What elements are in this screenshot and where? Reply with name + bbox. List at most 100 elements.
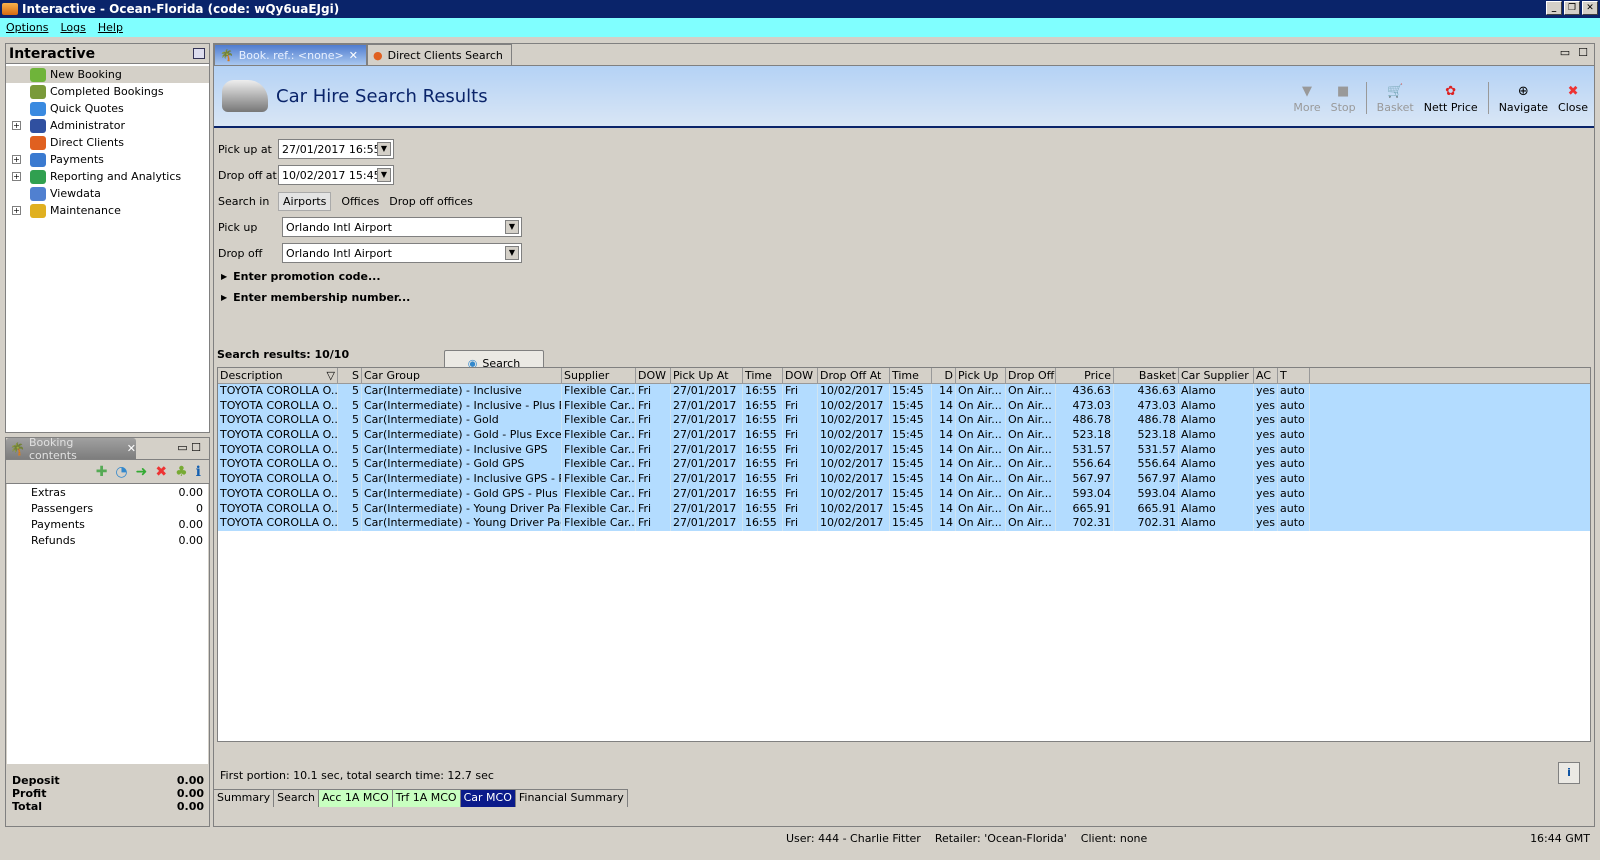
- search-in-dropoff-offices[interactable]: Drop off offices: [389, 195, 473, 208]
- info-icon[interactable]: i: [196, 464, 201, 480]
- nav-item[interactable]: + Reporting and Analytics: [6, 168, 209, 185]
- expand-icon[interactable]: +: [12, 172, 21, 181]
- palm-tree-icon[interactable]: ♣: [175, 464, 188, 480]
- column-header[interactable]: AC: [1254, 368, 1278, 383]
- tab-booking-ref[interactable]: 🌴 Book. ref.: <none> ✕: [214, 44, 367, 65]
- expand-icon[interactable]: +: [12, 155, 21, 164]
- promotion-code-expander[interactable]: ▶ Enter promotion code...: [218, 266, 1590, 287]
- pickup-location-select[interactable]: Orlando Intl Airport ▼: [282, 217, 522, 237]
- table-row[interactable]: TOYOTA COROLLA O... 5 Car(Intermediate) - …: [218, 486, 1590, 502]
- table-cell: 473.03: [1114, 398, 1179, 414]
- table-cell: 5: [338, 442, 362, 458]
- column-header[interactable]: Supplier: [562, 368, 636, 383]
- window-controls[interactable]: ▭ ☐: [1560, 46, 1588, 59]
- close-button[interactable]: ✖ Close: [1558, 84, 1588, 114]
- table-row[interactable]: TOYOTA COROLLA O... 5 Car(Intermediate) - …: [218, 472, 1590, 487]
- column-header[interactable]: Pick Up At: [671, 368, 743, 383]
- search-in-airports[interactable]: Airports: [278, 191, 332, 211]
- table-cell: 10/02/2017: [818, 398, 890, 414]
- minimize-button[interactable]: _: [1546, 1, 1562, 15]
- search-in-offices[interactable]: Offices: [341, 195, 379, 208]
- menu-help[interactable]: Help: [98, 21, 123, 34]
- chevron-down-icon[interactable]: ▼: [377, 168, 391, 182]
- expand-icon[interactable]: +: [12, 206, 21, 215]
- nett-price-button[interactable]: ✿ Nett Price: [1424, 84, 1478, 114]
- column-header[interactable]: D: [932, 368, 956, 383]
- nav-item[interactable]: + Administrator: [6, 117, 209, 134]
- dropoff-location-select[interactable]: Orlando Intl Airport ▼: [282, 243, 522, 263]
- column-header[interactable]: Car Group: [362, 368, 562, 383]
- nav-item[interactable]: Viewdata: [6, 185, 209, 202]
- table-row[interactable]: TOYOTA COROLLA O... 5 Car(Intermediate) - …: [218, 516, 1590, 531]
- column-header[interactable]: S: [338, 368, 362, 383]
- table-row[interactable]: TOYOTA COROLLA O... 5 Car(Intermediate) - …: [218, 384, 1590, 399]
- table-row[interactable]: TOYOTA COROLLA O... 5 Car(Intermediate) - …: [218, 457, 1590, 473]
- table-row[interactable]: TOYOTA COROLLA O... 5 Car(Intermediate) - …: [218, 442, 1590, 458]
- column-header[interactable]: T: [1278, 368, 1310, 383]
- pickup-datetime-field[interactable]: 27/01/2017 16:55 ▼: [278, 139, 394, 159]
- table-cell: auto: [1278, 486, 1310, 502]
- nav-item[interactable]: Completed Bookings: [6, 83, 209, 100]
- more-button[interactable]: ▼ More: [1293, 84, 1320, 114]
- stop-button[interactable]: ■ Stop: [1331, 84, 1356, 114]
- menu-options[interactable]: Options: [6, 21, 48, 34]
- nav-item[interactable]: Quick Quotes: [6, 100, 209, 117]
- table-row[interactable]: TOYOTA COROLLA O... 5 Car(Intermediate) - …: [218, 501, 1590, 517]
- chevron-down-icon[interactable]: ▼: [505, 246, 519, 260]
- restore-button[interactable]: ❐: [1564, 1, 1580, 15]
- column-header[interactable]: Price: [1056, 368, 1114, 383]
- column-header[interactable]: DOW: [783, 368, 818, 383]
- info-button[interactable]: i: [1558, 762, 1580, 784]
- navigate-button[interactable]: ⊕ Navigate: [1499, 84, 1548, 114]
- delete-icon[interactable]: ✖: [155, 464, 167, 480]
- menu-logs[interactable]: Logs: [60, 21, 85, 34]
- nett-price-icon: ✿: [1445, 84, 1457, 99]
- add-icon[interactable]: ✚: [96, 464, 108, 480]
- bottom-tab-financial-summary[interactable]: Financial Summary: [515, 790, 628, 807]
- close-icon[interactable]: ✕: [349, 49, 358, 62]
- nav-item[interactable]: Direct Clients: [6, 134, 209, 151]
- chevron-down-icon[interactable]: ▼: [377, 142, 391, 156]
- collapse-icon[interactable]: [193, 48, 205, 59]
- nav-item[interactable]: New Booking: [6, 66, 209, 83]
- table-cell: Car(Intermediate) - Gold - Plus Exces...: [364, 428, 562, 443]
- basket-button[interactable]: 🛒 Basket: [1377, 84, 1414, 114]
- bottom-tab-acc-1a-mco[interactable]: Acc 1A MCO: [318, 790, 393, 807]
- window-title: Interactive - Ocean-Florida (code: wQy6u…: [22, 2, 340, 16]
- bottom-tab-car-mco[interactable]: Car MCO: [460, 790, 516, 807]
- panel-window-controls[interactable]: ▭ ☐: [177, 441, 201, 454]
- table-cell: auto: [1278, 384, 1310, 399]
- table-row[interactable]: TOYOTA COROLLA O... 5 Car(Intermediate) - …: [218, 398, 1590, 414]
- nav-item[interactable]: + Payments: [6, 151, 209, 168]
- table-row[interactable]: TOYOTA COROLLA O... 5 Car(Intermediate) - …: [218, 413, 1590, 429]
- booking-contents-tab[interactable]: 🌴 Booking contents ✕: [6, 436, 136, 462]
- bottom-tab-search[interactable]: Search: [274, 790, 319, 807]
- table-cell: On Air...: [1006, 442, 1056, 458]
- column-header[interactable]: Pick Up: [956, 368, 1006, 383]
- column-header[interactable]: Drop Off At: [818, 368, 890, 383]
- filter-icon[interactable]: ▽: [327, 368, 335, 383]
- chevron-down-icon[interactable]: ▼: [505, 220, 519, 234]
- column-header[interactable]: Drop Off: [1006, 368, 1056, 383]
- membership-number-expander[interactable]: ▶ Enter membership number...: [218, 287, 1590, 308]
- column-header[interactable]: Basket: [1114, 368, 1179, 383]
- bottom-tab-trf-1a-mco[interactable]: Trf 1A MCO: [392, 790, 461, 807]
- column-header[interactable]: Car Supplier: [1179, 368, 1254, 383]
- dropoff-datetime-field[interactable]: 10/02/2017 15:45 ▼: [278, 165, 394, 185]
- nav-item[interactable]: + Maintenance: [6, 202, 209, 219]
- basket-arrow-icon[interactable]: ➜: [136, 464, 148, 480]
- close-icon[interactable]: ✕: [127, 442, 136, 455]
- total-label: Profit: [12, 787, 47, 800]
- column-header[interactable]: Description ▽: [218, 368, 338, 383]
- column-header[interactable]: Time: [890, 368, 932, 383]
- bottom-tab-summary[interactable]: Summary: [214, 790, 275, 807]
- close-window-button[interactable]: ✕: [1582, 1, 1598, 15]
- tab-direct-clients-search[interactable]: ● Direct Clients Search: [367, 44, 512, 65]
- table-row[interactable]: TOYOTA COROLLA O... 5 Car(Intermediate) - …: [218, 428, 1590, 443]
- expand-icon[interactable]: +: [12, 121, 21, 130]
- refresh-clock-icon[interactable]: ◔: [115, 464, 127, 480]
- row-label: Passengers: [31, 502, 94, 515]
- table-cell: 473.03: [1056, 398, 1114, 414]
- column-header[interactable]: DOW: [636, 368, 671, 383]
- column-header[interactable]: Time: [743, 368, 783, 383]
